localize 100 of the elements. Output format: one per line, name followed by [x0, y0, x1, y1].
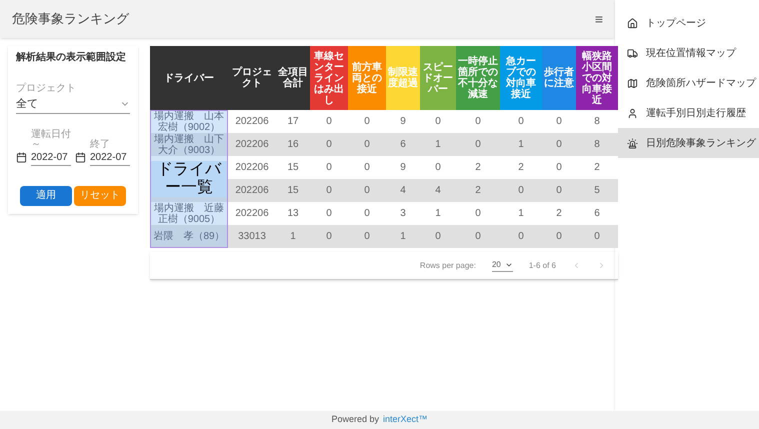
- table-cell-text: 0: [363, 207, 371, 221]
- table-cell-text: 2: [517, 161, 525, 175]
- table-cell-text: 6: [399, 138, 407, 152]
- nav-icon: [627, 78, 638, 88]
- table-cell-text: 202206: [234, 115, 270, 129]
- table-cell-text: 13: [286, 207, 300, 221]
- nav-icon: [627, 18, 638, 28]
- table-cell-text: 0: [593, 230, 601, 244]
- table-cell-text: 202206: [234, 138, 270, 152]
- table-cell-text: 202206: [234, 161, 270, 175]
- table-cell-text: 0: [363, 161, 371, 175]
- calendar-icon[interactable]: [75, 152, 86, 162]
- table-cell-text: 0: [325, 230, 333, 244]
- table-cell-text: 15: [286, 161, 300, 175]
- table-cell-text: 5: [593, 184, 601, 198]
- column-header: 急カーブでの対向車接近: [500, 46, 542, 110]
- page-title: 危険事象ランキング: [12, 10, 129, 28]
- table-cell-text: 0: [325, 161, 333, 175]
- table-cell-text: 0: [517, 230, 525, 244]
- dropdown-icon: [504, 261, 513, 269]
- column-header: 制限速度超過: [386, 46, 420, 110]
- table-cell-text: 0: [474, 138, 482, 152]
- table-cell-text: 2: [474, 161, 482, 175]
- column-header: プロジェクト: [228, 46, 276, 110]
- table-cell-text: 2: [555, 207, 563, 221]
- date-value: 2022-07: [90, 150, 128, 164]
- select-label: プロジェクト: [16, 82, 77, 96]
- date-field[interactable]: 終了 2022-07: [90, 140, 130, 166]
- table-cell-text: 1: [517, 138, 525, 152]
- date-value: 2022-07: [31, 150, 69, 164]
- column-header: 歩行者に注意: [542, 46, 576, 110]
- table-cell-text: 0: [434, 161, 442, 175]
- table-cell-text: 0: [555, 184, 563, 198]
- column-header: 前方車両との接近: [348, 46, 386, 110]
- nav-item[interactable]: 危険箇所ハザードマップ: [615, 68, 759, 98]
- table-cell-text: 0: [325, 115, 333, 129]
- footer-text: Powered by: [331, 413, 379, 426]
- table-cell-text: 16: [286, 138, 300, 152]
- column-header: スピードオーバー: [420, 46, 456, 110]
- nav-item[interactable]: 日別危険事象ランキング: [615, 128, 759, 158]
- table-cell-text: 0: [363, 184, 371, 198]
- nav-icon: [627, 48, 638, 58]
- table-cell-text: 6: [593, 207, 601, 221]
- date-label: 終了: [90, 140, 111, 150]
- table-cell-text: 1: [517, 207, 525, 221]
- select-value: 全て: [16, 97, 38, 112]
- table-cell-text: 0: [434, 230, 442, 244]
- rows-value: 20: [492, 259, 501, 271]
- table-cell-text: 9: [399, 115, 407, 129]
- nav-icon: [627, 108, 638, 118]
- filter-title: 解析結果の表示範囲設定: [16, 50, 127, 65]
- driver-name: 場内運搬 近藤正樹（9005）: [153, 202, 225, 224]
- table-cell-text: 9: [399, 161, 407, 175]
- table-cell-text: 0: [474, 115, 482, 129]
- table-cell-text: 2: [593, 161, 601, 175]
- driver-name: 岩隈 孝（89）: [153, 231, 225, 242]
- nav-icon: [627, 138, 638, 148]
- table-cell-text: 4: [399, 184, 407, 198]
- table-cell-text: 0: [474, 207, 482, 221]
- table-cell-text: 202206: [234, 184, 270, 198]
- table-cell-text: 0: [325, 207, 333, 221]
- table-cell-text: 15: [286, 184, 300, 198]
- nav-item[interactable]: 運転手別日別走行履歴: [615, 98, 759, 128]
- nav-item[interactable]: トップページ: [615, 8, 759, 38]
- table-cell-text: 0: [363, 230, 371, 244]
- table-cell-text: 4: [434, 184, 442, 198]
- table-cell-text: 0: [474, 230, 482, 244]
- project-select[interactable]: プロジェクト 全て: [16, 81, 130, 114]
- table-cell-text: 0: [363, 115, 371, 129]
- table-cell-text: 3: [399, 207, 407, 221]
- table-cell-text: 0: [517, 115, 525, 129]
- table-cell-text: 0: [517, 184, 525, 198]
- apply-button[interactable]: 適用: [20, 186, 72, 206]
- page-range: 1-6 of 6: [528, 260, 556, 272]
- column-header: ドライバー: [150, 46, 228, 110]
- column-header: 幅狭路小区間での対向車接近: [576, 46, 618, 110]
- table-cell-text: 1: [289, 230, 297, 244]
- table-cell-text: 0: [555, 161, 563, 175]
- calendar-icon[interactable]: [16, 152, 27, 162]
- table-cell-text: 17: [286, 115, 300, 129]
- rows-per-page-select[interactable]: 20: [492, 259, 513, 272]
- table-cell-text: 8: [593, 138, 601, 152]
- table-cell-text: 0: [325, 184, 333, 198]
- table-cell-text: 8: [593, 115, 601, 129]
- table-cell-text: 0: [325, 138, 333, 152]
- table-cell-text: 1: [434, 207, 442, 221]
- table-cell-text: 33013: [237, 230, 267, 244]
- date-field[interactable]: 運転日付～ 2022-07: [31, 130, 71, 166]
- table-cell-text: 0: [555, 138, 563, 152]
- table-cell-text: 2: [474, 184, 482, 198]
- rows-per-page-label: Rows per page:: [420, 260, 476, 272]
- column-header: 一時停止箇所での不十分な減速: [456, 46, 500, 110]
- table-cell-text: 1: [434, 138, 442, 152]
- table-cell-text: 0: [363, 138, 371, 152]
- nav-item[interactable]: 現在位置情報マップ: [615, 38, 759, 68]
- table-cell-text: 0: [434, 115, 442, 129]
- brand-logo: interXect™: [383, 413, 428, 426]
- menu-button[interactable]: ≡: [594, 8, 603, 30]
- table-cell-text: 0: [555, 115, 563, 129]
- driver-name: 場内運搬 山本宏樹（9002）: [153, 110, 225, 132]
